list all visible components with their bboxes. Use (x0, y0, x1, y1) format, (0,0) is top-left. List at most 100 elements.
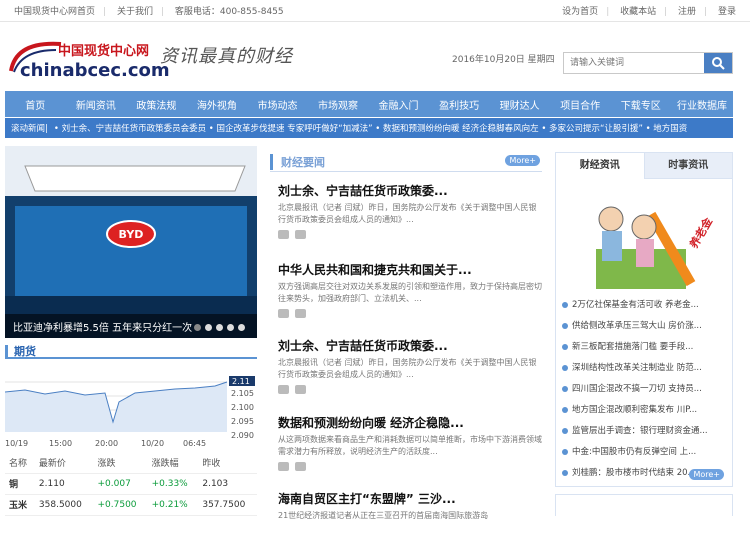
news-item: 刘士余、宁吉喆任货币政策委... 北京晨报讯（记者 闫斌）昨日，国务院办公厅发布… (278, 182, 542, 239)
comment-icon[interactable] (278, 230, 289, 239)
nav-industry-db[interactable]: 行业数据库 (671, 97, 733, 112)
cell-change: +0.007 (93, 473, 148, 495)
slide-dot[interactable] (194, 324, 201, 331)
info-panel: 财经资讯 时事资讯 养老金 2万亿社保基金有活可收 养老金... 供给侧改革承压… (555, 152, 733, 487)
cell-prev-close: 357.7500 (198, 494, 257, 516)
search-button[interactable] (704, 53, 732, 73)
divider: | (664, 7, 668, 17)
chart-last-price: 2.11 (232, 377, 250, 386)
share-icon[interactable] (295, 230, 306, 239)
news-actions (278, 230, 542, 239)
nav-home[interactable]: 首页 (5, 97, 66, 112)
news-ticker: 滚动新闻| • 刘士余、宁吉喆任货币政策委员会委员 • 国企改革步伐提速 专家呼… (5, 118, 733, 138)
list-item[interactable]: 2万亿社保基金有活可收 养老金... (562, 295, 726, 316)
news-headline[interactable]: 数据和预测纷纷向暖 经济企稳隐... (278, 414, 542, 431)
home-link[interactable]: 中国现货中心网首页 (10, 7, 99, 17)
futures-price-chart: 2.11 2.105 2.100 2.095 2.090 10/19 15:00… (5, 362, 257, 448)
slide-image: BYD (5, 146, 257, 338)
list-item[interactable]: 新三板配套措施落门槛 要手段... (562, 337, 726, 358)
tab-finance-info[interactable]: 财经资讯 (556, 153, 644, 179)
finance-news-header: 财经要闻 More+ (270, 152, 542, 172)
cell-change-pct: +0.33% (147, 473, 199, 495)
news-summary: 21世纪经济报道记者从正在三亚召开的首届南海国际旅游岛 (278, 511, 489, 520)
cell-prev-close: 2.103 (198, 473, 257, 495)
table-row[interactable]: 玉米 358.5000 +0.7500 +0.21% 357.7500 (5, 494, 257, 516)
slogan: 资讯最真的财经 (160, 46, 293, 67)
slide-dots (194, 324, 245, 331)
cell-last: 2.110 (34, 473, 94, 495)
info-list: 2万亿社保基金有活可收 养老金... 供给侧改革承压三驾大山 房价涨... 新三… (556, 295, 732, 484)
login-link[interactable]: 登录 (714, 7, 740, 17)
share-icon[interactable] (295, 462, 306, 471)
news-item: 数据和预测纷纷向暖 经济企稳隐... 从这两项数据来看商品生产和消耗数据可以简单… (278, 414, 542, 471)
share-icon[interactable] (295, 309, 306, 318)
top-bar-left: 中国现货中心网首页 | 关于我们 | 客服电话：400-855-8455 (10, 4, 288, 17)
news-headline[interactable]: 刘士余、宁吉喆任货币政策委... (278, 182, 542, 199)
news-more-button[interactable]: More+ (505, 155, 540, 166)
divider: | (103, 7, 107, 17)
x-tick: 20:00 (95, 439, 118, 448)
table-row[interactable]: 铜 2.110 +0.007 +0.33% 2.103 (5, 473, 257, 495)
news-summary: 北京晨报讯（记者 闫斌）昨日，国务院办公厅发布《关于调整中国人民银行货币政策委员… (278, 203, 537, 224)
slide-dot[interactable] (216, 324, 223, 331)
headline-slideshow[interactable]: BYD 比亚迪净利暴增5.5倍 五年来只分红一次 (5, 146, 257, 338)
list-item[interactable]: 供给侧改革承压三驾大山 房价涨... (562, 316, 726, 337)
news-headline[interactable]: 刘士余、宁吉喆任货币政策委... (278, 337, 542, 354)
nav-policy[interactable]: 政策法规 (126, 97, 187, 112)
cell-last: 358.5000 (34, 494, 94, 516)
y-tick: 2.105 (231, 389, 254, 398)
nav-news[interactable]: 新闻资讯 (66, 97, 127, 112)
bookmark-link[interactable]: 收藏本站 (616, 7, 660, 17)
pension-illustration[interactable]: 养老金 (556, 179, 732, 295)
news-item: 刘士余、宁吉喆任货币政策委... 北京晨报讯（记者 闫斌）昨日，国务院办公厅发布… (278, 337, 542, 394)
top-bar: 中国现货中心网首页 | 关于我们 | 客服电话：400-855-8455 设为首页 |… (0, 0, 750, 22)
nav-overseas[interactable]: 海外视角 (187, 97, 248, 112)
cell-change-pct: +0.21% (147, 494, 199, 516)
news-actions (278, 462, 542, 471)
divider: | (606, 7, 610, 17)
y-tick: 2.095 (231, 417, 254, 426)
search-icon (712, 57, 725, 70)
y-tick: 2.090 (231, 431, 254, 440)
search-box (563, 52, 733, 74)
search-input[interactable] (564, 53, 704, 73)
tab-current-affairs[interactable]: 时事资讯 (643, 153, 732, 179)
register-link[interactable]: 注册 (674, 7, 700, 17)
comment-icon[interactable] (278, 309, 289, 318)
nav-market-watch[interactable]: 市场观察 (308, 97, 369, 112)
slide-dot[interactable] (205, 324, 212, 331)
current-date: 2016年10月20日 星期四 (452, 55, 555, 65)
list-item[interactable]: 地方国企混改顺利密集发布 川P... (562, 400, 726, 421)
news-headline[interactable]: 中华人民共和国和捷克共和国关于... (278, 261, 542, 278)
cell-name: 铜 (5, 473, 35, 495)
news-actions (278, 309, 542, 318)
site-logo[interactable]: 中国现货中心网 chinabcec.com (6, 30, 170, 90)
comment-icon[interactable] (278, 462, 289, 471)
comment-icon[interactable] (278, 385, 289, 394)
x-tick: 06:45 (183, 439, 206, 448)
nav-wealth-experts[interactable]: 理财达人 (489, 97, 550, 112)
list-item[interactable]: 监管层出手调查：银行理财资金通... (562, 421, 726, 442)
finance-news-title: 财经要闻 (270, 154, 325, 170)
nav-cooperation[interactable]: 项目合作 (550, 97, 611, 112)
ticker-text[interactable]: • 刘士余、宁吉喆任货币政策委员会委员 • 国企改革步伐提速 专家呼吁做好“加减… (54, 122, 687, 134)
nav-profit-tips[interactable]: 盈利技巧 (429, 97, 490, 112)
slide-dot[interactable] (227, 324, 234, 331)
slide-dot[interactable] (238, 324, 245, 331)
nav-market-dynamics[interactable]: 市场动态 (247, 97, 308, 112)
logo-en-text: chinabcec.com (20, 60, 170, 81)
main-nav: 首页 新闻资讯 政策法规 海外视角 市场动态 市场观察 金融入门 盈利技巧 理财… (5, 91, 733, 117)
top-bar-right: 设为首页 | 收藏本站 | 注册 | 登录 (558, 4, 740, 17)
list-item[interactable]: 深圳结构性改革关注制造业 防范... (562, 358, 726, 379)
list-item[interactable]: 中金:中国股市仍有反弹空间 上... (562, 442, 726, 463)
nav-downloads[interactable]: 下载专区 (610, 97, 671, 112)
set-homepage-link[interactable]: 设为首页 (558, 7, 602, 17)
list-item[interactable]: 四川国企混改不搞一刀切 支持员... (562, 379, 726, 400)
info-more-button[interactable]: More+ (689, 469, 724, 480)
news-headline[interactable]: 海南自贸区主打“东盟牌” 三沙... (278, 490, 542, 507)
service-phone: 客服电话：400-855-8455 (174, 7, 284, 17)
news-item: 海南自贸区主打“东盟牌” 三沙... 21世纪经济报道记者从正在三亚召开的首届南… (278, 490, 542, 534)
share-icon[interactable] (295, 385, 306, 394)
about-link[interactable]: 关于我们 (113, 7, 157, 17)
nav-finance-basics[interactable]: 金融入门 (368, 97, 429, 112)
